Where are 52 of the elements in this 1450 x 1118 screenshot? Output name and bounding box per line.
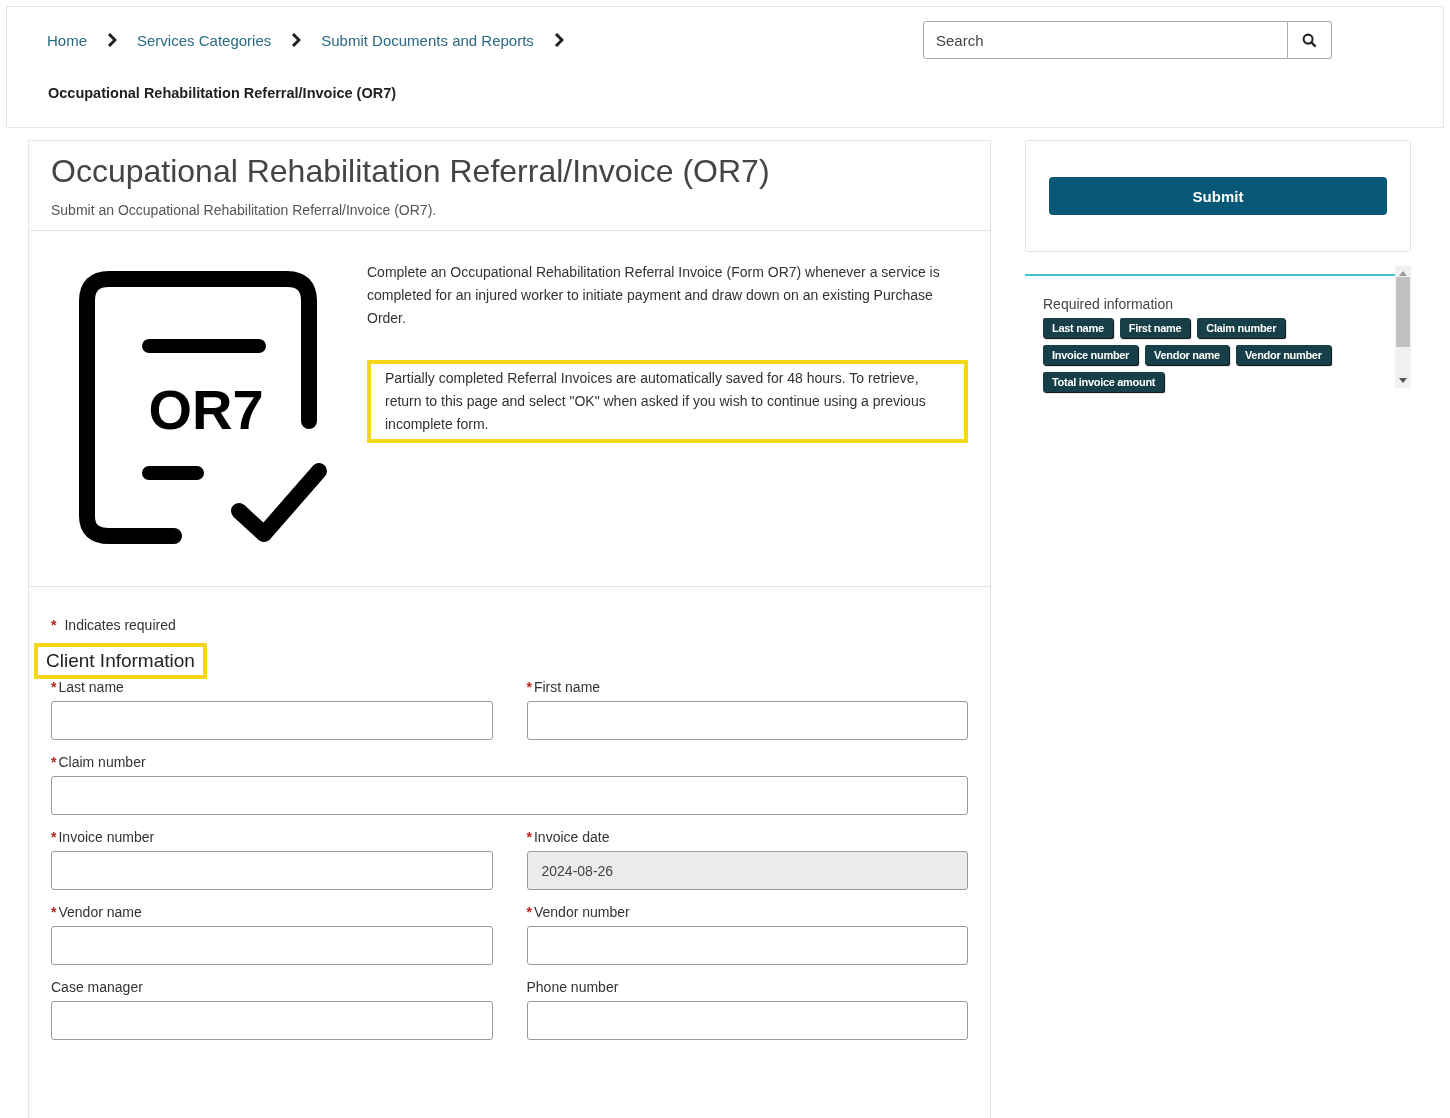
required-field-tag[interactable]: Vendor number xyxy=(1235,345,1331,365)
field-label: Phone number xyxy=(526,979,619,995)
required-asterisk: * xyxy=(526,904,532,920)
field-label: First name xyxy=(533,679,601,695)
text-field[interactable] xyxy=(51,776,968,815)
breadcrumb-link[interactable]: Services Categories xyxy=(137,31,272,49)
scrollbar[interactable] xyxy=(1395,266,1411,388)
required-field-tag[interactable]: Total invoice amount xyxy=(1043,372,1165,392)
field-label: Claim number xyxy=(58,754,146,770)
text-field[interactable] xyxy=(51,926,493,965)
required-asterisk: * xyxy=(526,679,532,695)
required-legend: Indicates required xyxy=(64,617,176,633)
field-label: Invoice date xyxy=(533,829,610,845)
autosave-notice: Partially completed Referral Invoices are automatically saved for 48 hours. To retrieve, return to this page and select "OK" when asked if you wish to continue using a previous incomplete form. xyxy=(367,360,968,443)
text-field[interactable] xyxy=(526,1001,968,1040)
scroll-down-icon[interactable] xyxy=(1399,378,1407,383)
chevron-icon xyxy=(291,33,302,47)
breadcrumb-link[interactable]: Submit Documents and Reports xyxy=(321,31,534,49)
text-field[interactable] xyxy=(51,701,493,740)
field-label: Last name xyxy=(58,679,124,695)
chevron-icon xyxy=(107,33,117,47)
field-label: Case manager xyxy=(51,979,143,995)
search-button[interactable] xyxy=(1288,21,1332,59)
text-field[interactable] xyxy=(526,926,968,965)
required-asterisk: * xyxy=(51,829,57,845)
required-info-title: Required information xyxy=(1043,296,1174,312)
text-field[interactable] xyxy=(526,701,968,740)
breadcrumb-link[interactable]: Home xyxy=(47,31,87,49)
required-asterisk: * xyxy=(51,617,57,633)
chevron-icon xyxy=(553,33,564,47)
search-field[interactable]: Search xyxy=(923,21,1288,59)
search-icon xyxy=(1302,32,1317,48)
required-asterisk: * xyxy=(51,679,57,695)
intro-paragraph: Complete an Occupational Rehabilitation Referral Invoice (Form OR7) whenever a service is completed for an injured worker to initiate payment and draw down on an existing Purchase Order. xyxy=(367,263,941,328)
required-asterisk: * xyxy=(526,829,532,845)
field-label: Vendor name xyxy=(58,904,142,920)
submit-button[interactable]: Submit xyxy=(1049,177,1387,215)
form-title: Occupational Rehabilitation Referral/Invoice (OR7) xyxy=(51,153,771,190)
field-label: Invoice number xyxy=(58,829,155,845)
required-field-tag[interactable]: Claim number xyxy=(1197,318,1286,338)
form-subtitle: Submit an Occupational Rehabilitation Referral/Invoice (OR7). xyxy=(51,202,438,218)
required-field-tag[interactable]: Vendor name xyxy=(1145,345,1229,365)
current-page-title: Occupational Rehabilitation Referral/Invoice (OR7) xyxy=(47,85,398,101)
text-field[interactable] xyxy=(51,851,493,890)
required-asterisk: * xyxy=(51,754,57,770)
required-asterisk: * xyxy=(51,904,57,920)
required-field-tag[interactable]: Last name xyxy=(1043,318,1113,338)
text-field[interactable] xyxy=(51,1001,493,1040)
required-field-tag[interactable]: First name xyxy=(1119,318,1191,338)
section-heading: Client Information xyxy=(34,643,207,679)
field-label: Vendor number xyxy=(533,904,630,920)
required-field-tag[interactable]: Invoice number xyxy=(1043,345,1139,365)
